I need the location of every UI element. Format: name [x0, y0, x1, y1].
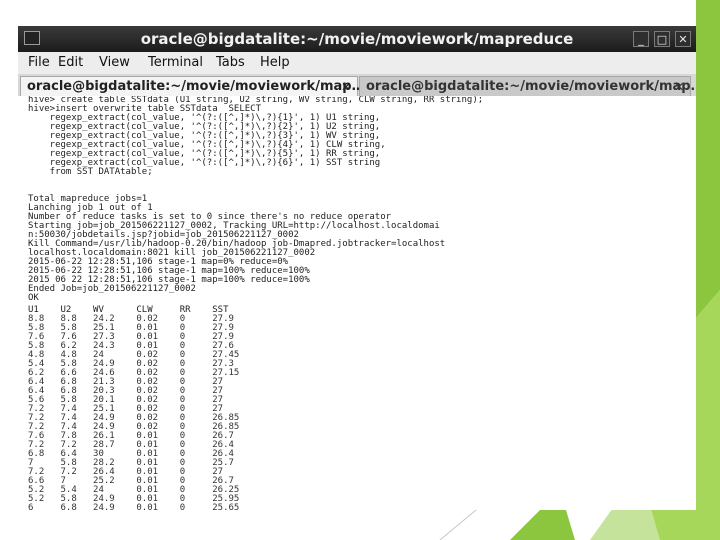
maximize-button[interactable]: □: [654, 31, 670, 47]
menu-tabs[interactable]: Tabs: [216, 55, 245, 70]
tab-label: oracle@bigdatalite:~/movie/moviework/map…: [366, 79, 696, 94]
terminal-window: oracle@bigdatalite:~/movie/moviework/map…: [18, 26, 696, 510]
menu-edit[interactable]: Edit: [58, 55, 83, 70]
window-title: oracle@bigdatalite:~/movie/moviework/map…: [140, 30, 574, 48]
terminal-line: OK: [28, 293, 39, 303]
close-window-button[interactable]: ✕: [675, 31, 691, 47]
terminal-line: from SST DATAtable;: [28, 167, 153, 177]
terminal-output[interactable]: hive> create table SSTdata (U1 string, U…: [18, 96, 696, 510]
tab-bar: oracle@bigdatalite:~/movie/moviework/map…: [18, 74, 696, 96]
minimize-button[interactable]: _: [633, 31, 649, 47]
menu-help[interactable]: Help: [260, 55, 290, 70]
title-bar[interactable]: oracle@bigdatalite:~/movie/moviework/map…: [18, 26, 696, 52]
tab-close-icon[interactable]: ✕: [341, 77, 351, 97]
table-row: 6 6.8 24.9 0.01 0 25.65: [28, 503, 245, 511]
menu-bar: File Edit View Terminal Tabs Help: [18, 52, 696, 75]
menu-terminal[interactable]: Terminal: [148, 55, 203, 70]
tab-label: oracle@bigdatalite:~/movie/moviework/map…: [27, 79, 365, 94]
green-facet-top: [696, 0, 720, 318]
tab-terminal-2[interactable]: oracle@bigdatalite:~/movie/moviework/map…: [359, 76, 696, 97]
terminal-line: Ended Job=job_201506221127_0002: [28, 284, 196, 294]
menu-file[interactable]: File: [28, 55, 50, 70]
tab-close-icon[interactable]: ✕: [674, 77, 684, 97]
menu-view[interactable]: View: [99, 55, 130, 70]
tab-terminal-1[interactable]: oracle@bigdatalite:~/movie/moviework/map…: [20, 76, 365, 97]
